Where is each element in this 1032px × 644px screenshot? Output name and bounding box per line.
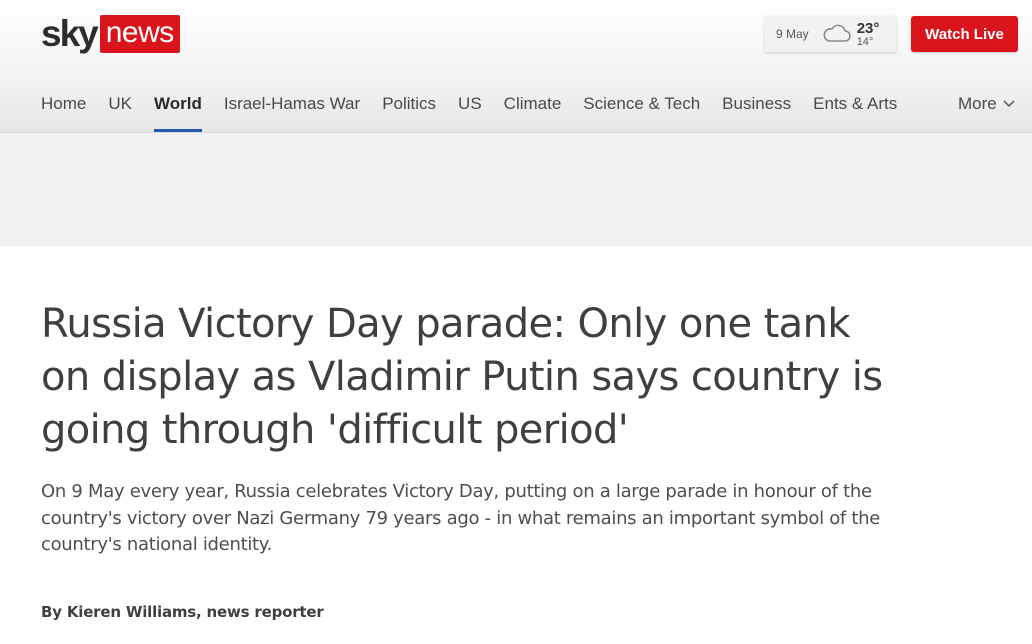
article-headline: Russia Victory Day parade: Only one tank… (41, 301, 883, 453)
temperature-high: 23° (856, 19, 880, 37)
watch-live-button[interactable]: Watch Live (911, 16, 1018, 52)
weather-date: 9 May (776, 27, 809, 41)
weather-temps: 23° 14° (857, 21, 880, 48)
nav-item-business[interactable]: Business (722, 92, 791, 132)
byline-text[interactable]: By Kieren Williams, news reporter (41, 603, 324, 621)
article-byline: By Kieren Williams, news reporter (41, 603, 324, 621)
nav-item-ents-arts[interactable]: Ents & Arts (813, 92, 897, 132)
nav-item-world[interactable]: World (153, 92, 202, 132)
nav-item-uk[interactable]: UK (108, 92, 132, 132)
advert-slot (0, 133, 1032, 246)
logo-sky-text: sky (41, 13, 99, 54)
article-standfirst: On 9 May every year, Russia celebrates V… (41, 481, 881, 555)
nav-more-label: More (958, 94, 997, 113)
chevron-down-icon (1003, 100, 1015, 108)
weather-widget[interactable]: 9 May 23° 14° (765, 16, 896, 52)
main-nav: Home UK World Israel-Hamas War Politics … (41, 92, 919, 132)
nav-item-science-tech[interactable]: Science & Tech (583, 92, 700, 132)
nav-item-israel-hamas-war[interactable]: Israel-Hamas War (224, 92, 360, 132)
nav-more-menu[interactable]: More (958, 94, 1015, 114)
nav-item-us[interactable]: US (458, 92, 482, 132)
sky-news-logo[interactable]: sky news (41, 15, 180, 53)
cloud-icon (823, 24, 851, 42)
nav-item-politics[interactable]: Politics (382, 92, 436, 132)
site-header: sky news 9 May 23° 14° Watch Live Home U… (0, 0, 1032, 133)
logo-news-text: news (99, 15, 180, 53)
temperature-low: 14° (856, 35, 874, 48)
nav-item-home[interactable]: Home (41, 92, 86, 132)
nav-item-climate[interactable]: Climate (504, 92, 562, 132)
